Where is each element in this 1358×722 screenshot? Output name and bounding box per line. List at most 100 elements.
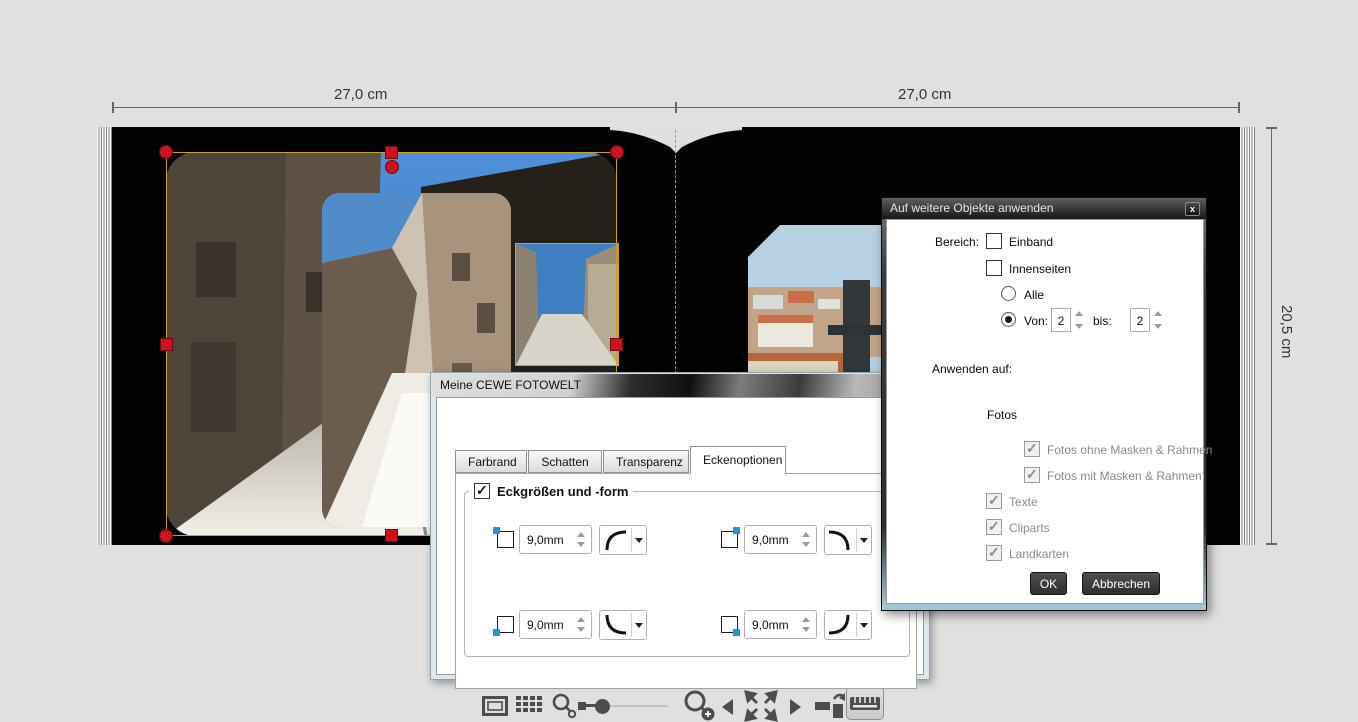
spinner-down-icon[interactable] — [1154, 324, 1162, 329]
rotate-handle[interactable] — [385, 160, 399, 174]
corner-dialog-title: Meine CEWE FOTOWELT — [440, 378, 581, 392]
change-layout-icon[interactable] — [814, 690, 846, 720]
next-page-icon[interactable] — [790, 699, 801, 715]
einband-checkbox[interactable] — [986, 233, 1002, 249]
resize-handle-left[interactable] — [160, 338, 173, 351]
left-page-stack — [97, 127, 112, 545]
page-view-icon[interactable] — [482, 696, 508, 716]
dropdown-separator — [856, 613, 857, 637]
right-page-stack — [1240, 127, 1255, 545]
corner-options-dialog: Meine CEWE FOTOWELT Farbrand Schatten Tr… — [430, 372, 930, 680]
tab-transparenz[interactable]: Transparenz — [603, 450, 689, 473]
von-spinner[interactable]: 2 — [1051, 308, 1085, 332]
close-icon[interactable]: x — [1185, 202, 1200, 216]
alle-radio[interactable] — [1001, 286, 1016, 301]
texte-checkbox — [986, 493, 1002, 509]
spinner-down-icon[interactable] — [577, 627, 585, 632]
spinner-up-icon[interactable] — [577, 532, 585, 537]
previous-page-icon[interactable] — [722, 699, 733, 715]
spinner-up-icon[interactable] — [1154, 311, 1162, 316]
corner-shape-top-right-dropdown[interactable] — [824, 525, 872, 555]
resize-handle-top-left[interactable] — [159, 145, 173, 159]
corner-shape-bottom-left-dropdown[interactable] — [599, 610, 647, 640]
anwenden-auf-label: Anwenden auf: — [932, 362, 1012, 376]
corner-shape-bottom-right-dropdown[interactable] — [824, 610, 872, 640]
cliparts-checkbox — [986, 519, 1002, 535]
dropdown-separator — [631, 613, 632, 637]
corner-size-bottom-left-value[interactable]: 9,0mm — [527, 618, 564, 632]
chevron-down-icon[interactable] — [635, 538, 643, 543]
landkarten-label: Landkarten — [1009, 547, 1069, 561]
spinner-down-icon[interactable] — [802, 542, 810, 547]
spinner-down-icon[interactable] — [802, 627, 810, 632]
cliparts-label: Cliparts — [1009, 521, 1050, 535]
resize-handle-bottom-left[interactable] — [159, 529, 173, 543]
innenseiten-checkbox[interactable] — [986, 260, 1002, 276]
corner-size-legend: Eckgrößen und -form — [469, 483, 633, 499]
tab-eckenoptionen[interactable]: Eckenoptionen — [690, 446, 786, 474]
fotos-ohne-masken-label: Fotos ohne Masken & Rahmen — [1047, 443, 1212, 457]
corner-size-top-right-value[interactable]: 9,0mm — [752, 533, 789, 547]
fotos-mit-masken-label: Fotos mit Masken & Rahmen — [1047, 469, 1202, 483]
apply-dialog-titlebar[interactable]: Auf weitere Objekte anwenden — [882, 198, 1206, 219]
fit-view-icon[interactable] — [744, 690, 778, 722]
corner-shape-se-icon — [825, 611, 855, 639]
von-radio[interactable] — [1001, 312, 1016, 327]
cancel-button[interactable]: Abbrechen — [1082, 572, 1160, 595]
page-height-label: 20,5 cm — [1278, 305, 1295, 358]
ruler-toggle-button[interactable] — [846, 686, 884, 720]
corner-size-checkbox[interactable] — [474, 483, 490, 499]
corner-dialog-titlebar[interactable]: Meine CEWE FOTOWELT — [432, 374, 928, 397]
spinner-down-icon[interactable] — [1075, 324, 1083, 329]
corner-indicator-top-right-marker — [733, 527, 740, 534]
apply-dialog-title: Auf weitere Objekte anwenden — [890, 201, 1053, 215]
spinner-up-icon[interactable] — [802, 532, 810, 537]
apply-dialog-body: Bereich: Einband Innenseiten Alle Von: 2… — [886, 219, 1204, 604]
right-page-width-label: 27,0 cm — [898, 86, 951, 103]
dropdown-separator — [856, 528, 857, 552]
corner-size-label: Eckgrößen und -form — [497, 484, 628, 499]
resize-handle-top-right[interactable] — [610, 145, 624, 159]
top-ruler-tick-right — [1238, 102, 1240, 113]
spinner-down-icon[interactable] — [577, 542, 585, 547]
zoom-out-icon[interactable] — [550, 692, 580, 720]
spinner-up-icon[interactable] — [802, 617, 810, 622]
corner-size-top-right-spinner[interactable]: 9,0mm — [744, 525, 817, 554]
corner-size-top-left-value[interactable]: 9,0mm — [527, 533, 564, 547]
corner-size-bottom-right-spinner[interactable]: 9,0mm — [744, 610, 817, 639]
corner-size-top-left-spinner[interactable]: 9,0mm — [519, 525, 592, 554]
resize-handle-bottom[interactable] — [385, 529, 398, 542]
eckenoptionen-panel: Eckgrößen und -form 9,0mm 9,0mm — [455, 473, 917, 689]
spinner-up-icon[interactable] — [577, 617, 585, 622]
chevron-down-icon[interactable] — [635, 623, 643, 628]
zoom-slider-min[interactable] — [578, 702, 586, 710]
von-label: Von: — [1024, 314, 1048, 328]
von-value[interactable]: 2 — [1051, 308, 1071, 332]
chevron-down-icon[interactable] — [860, 623, 868, 628]
zoom-in-icon[interactable] — [682, 688, 718, 722]
spinner-up-icon[interactable] — [1075, 311, 1083, 316]
resize-handle-right[interactable] — [610, 338, 623, 351]
einband-label: Einband — [1009, 235, 1053, 249]
corner-shape-ne-icon — [825, 526, 855, 554]
bis-value[interactable]: 2 — [1130, 308, 1150, 332]
grid-view-icon[interactable] — [516, 694, 542, 718]
apply-dialog: Auf weitere Objekte anwenden x Bereich: … — [881, 197, 1207, 611]
fotos-ohne-masken-checkbox — [1024, 441, 1040, 457]
corner-indicator-bottom-right-marker — [733, 629, 740, 636]
corner-shape-top-left-dropdown[interactable] — [599, 525, 647, 555]
ok-button[interactable]: OK — [1030, 572, 1067, 595]
tab-schatten[interactable]: Schatten — [528, 450, 602, 473]
bis-spinner[interactable]: 2 — [1130, 308, 1164, 332]
side-ruler-tick-bottom — [1266, 543, 1277, 545]
texte-label: Texte — [1009, 495, 1038, 509]
zoom-slider-knob[interactable] — [595, 699, 610, 714]
top-ruler-tick-center — [675, 102, 677, 113]
corner-size-bottom-left-spinner[interactable]: 9,0mm — [519, 610, 592, 639]
chevron-down-icon[interactable] — [860, 538, 868, 543]
corner-size-bottom-right-value[interactable]: 9,0mm — [752, 618, 789, 632]
bis-label: bis: — [1093, 314, 1112, 328]
tab-farbrand[interactable]: Farbrand — [455, 450, 527, 473]
resize-handle-top[interactable] — [385, 146, 398, 159]
corner-shape-nw-icon — [600, 526, 630, 554]
